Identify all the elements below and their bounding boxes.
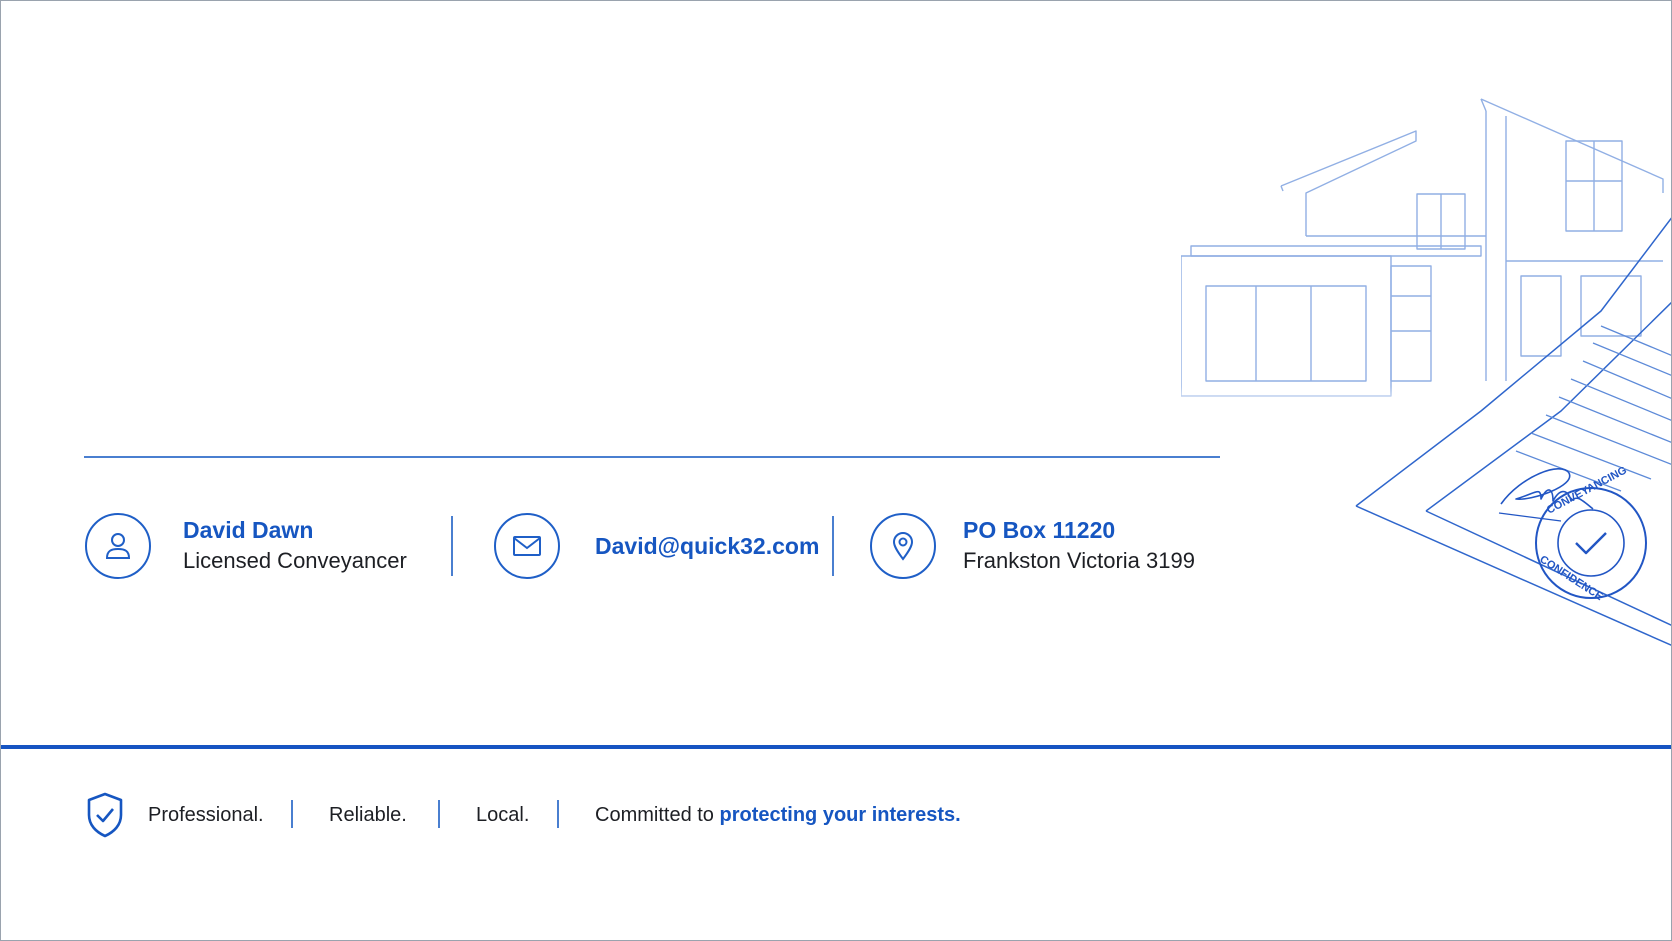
- stamp-top-text: CONVEYANCING: [1545, 464, 1629, 516]
- footer-word-professional: Professional.: [148, 804, 264, 826]
- contact-email: David@quick32.com: [494, 506, 819, 586]
- footer-tagline: Committed to protecting your interests.: [595, 801, 961, 829]
- signature-banner: CONVEYANCING CONFIDENCE David Dawn Licen…: [0, 0, 1672, 941]
- map-pin-icon: [870, 513, 936, 579]
- contact-person: David Dawn Licensed Conveyancer: [85, 506, 407, 586]
- footer-shield: [85, 788, 125, 842]
- contract-sketch: [1355, 217, 1671, 646]
- footer-word-local: Local.: [476, 804, 530, 826]
- person-role: Licensed Conveyancer: [183, 548, 407, 573]
- person-name: David Dawn: [183, 517, 314, 543]
- user-icon: [85, 513, 151, 579]
- footer-separator: [557, 800, 559, 828]
- footer-separator: [438, 800, 440, 828]
- contact-address: PO Box 11220 Frankston Victoria 3199: [870, 506, 1195, 586]
- email-link[interactable]: David@quick32.com: [595, 531, 819, 561]
- top-divider: [84, 456, 1220, 458]
- envelope-icon: [494, 513, 560, 579]
- address-line-1: PO Box 11220: [963, 517, 1116, 543]
- tagline-highlight: protecting your interests.: [719, 804, 961, 826]
- address-line-2: Frankston Victoria 3199: [963, 548, 1195, 573]
- contact-separator: [451, 516, 453, 576]
- footer-word-reliable: Reliable.: [329, 804, 407, 826]
- tagline-prefix: Committed to: [595, 804, 714, 826]
- stamp-bottom-text: CONFIDENCE: [1537, 553, 1605, 603]
- footer-separator: [291, 800, 293, 828]
- contact-separator: [832, 516, 834, 576]
- bottom-divider: [1, 745, 1671, 749]
- house-contract-illustration: CONVEYANCING CONFIDENCE: [1181, 98, 1671, 646]
- shield-check-icon: [87, 792, 123, 838]
